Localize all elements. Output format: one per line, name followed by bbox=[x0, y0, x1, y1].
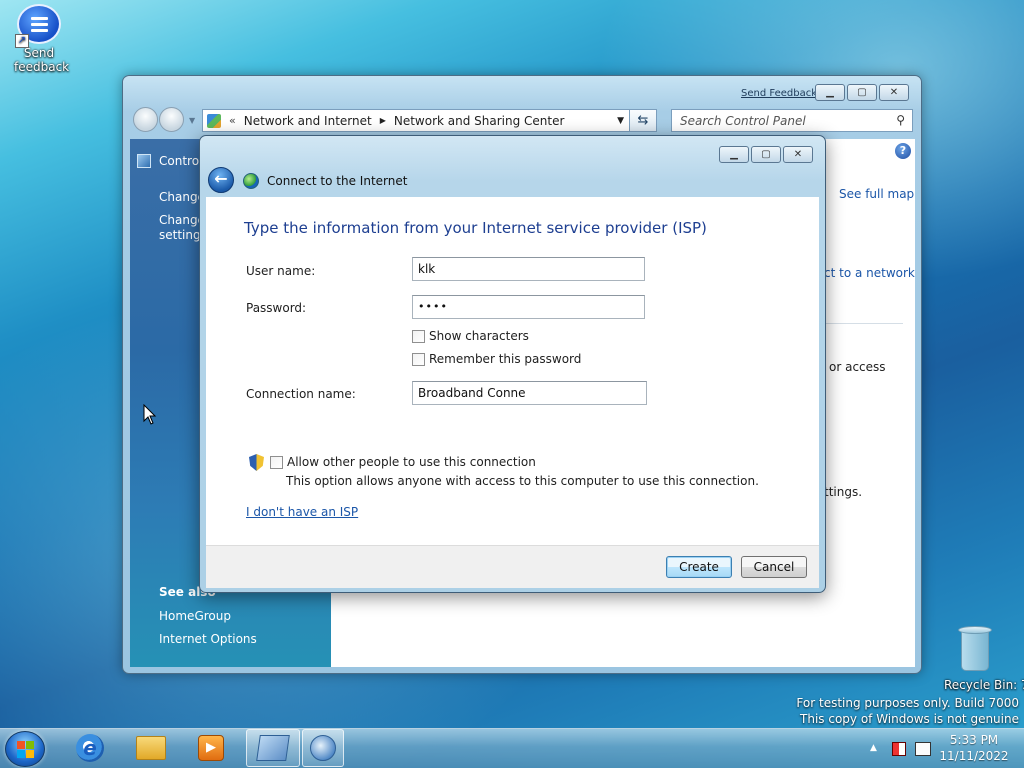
close-button[interactable]: ✕ bbox=[879, 84, 909, 101]
username-field[interactable]: klk bbox=[412, 257, 645, 281]
sidebar-control-panel-home[interactable]: Control bbox=[137, 154, 202, 168]
dialog-footer: Create Cancel bbox=[206, 545, 819, 588]
see-also-internet-options[interactable]: Internet Options bbox=[159, 632, 257, 647]
checkbox-box[interactable] bbox=[270, 455, 283, 469]
start-button[interactable] bbox=[5, 731, 45, 767]
send-feedback-link[interactable]: Send Feedback bbox=[741, 88, 817, 99]
search-input[interactable]: Search Control Panel ⚲ bbox=[671, 109, 913, 132]
network-tray-icon[interactable] bbox=[915, 742, 931, 756]
allow-others-description: This option allows anyone with access to… bbox=[286, 474, 759, 488]
connection-name-field[interactable]: Broadband Conne bbox=[412, 381, 647, 405]
control-panel-icon bbox=[256, 735, 290, 761]
dialog-close-button[interactable]: ✕ bbox=[783, 146, 813, 163]
network-globe-icon bbox=[243, 173, 259, 189]
recycle-bin-label: Recycle Bin: 7 bbox=[944, 678, 1024, 692]
nav-buttons bbox=[133, 107, 185, 132]
show-hidden-icons-icon[interactable]: ▲ bbox=[870, 743, 877, 753]
sidebar-home-label: Control bbox=[159, 154, 203, 168]
recycle-bin-desktop-icon[interactable]: Recycle Bin: 7 bbox=[936, 626, 1024, 692]
remember-password-label: Remember this password bbox=[429, 352, 582, 366]
clock-date: 11/11/2022 bbox=[939, 749, 1009, 763]
checkbox-box[interactable] bbox=[412, 352, 425, 366]
allow-others-label: Allow other people to use this connectio… bbox=[287, 455, 536, 469]
section-divider bbox=[825, 323, 903, 324]
action-center-flag-icon[interactable] bbox=[892, 742, 906, 756]
see-full-map-link[interactable]: See full map bbox=[839, 187, 914, 201]
show-characters-checkbox[interactable]: Show characters bbox=[412, 329, 529, 343]
maximize-button[interactable]: ▢ bbox=[847, 84, 877, 101]
forward-nav-button[interactable] bbox=[159, 107, 184, 132]
breadcrumb-separator-icon[interactable]: ▶ bbox=[380, 116, 386, 125]
send-feedback-desktop-icon[interactable]: ↗ Send feedback bbox=[0, 4, 78, 74]
see-also-homegroup[interactable]: HomeGroup bbox=[159, 609, 231, 624]
connect-to-network-link[interactable]: ct to a network bbox=[824, 266, 915, 280]
dialog-maximize-button[interactable]: ▢ bbox=[751, 146, 781, 163]
system-clock[interactable]: 5:33 PM 11/11/2022 bbox=[932, 732, 1016, 764]
dialog-minimize-button[interactable]: ▁ bbox=[719, 146, 749, 163]
username-label: User name: bbox=[246, 264, 316, 278]
search-placeholder: Search Control Panel bbox=[680, 114, 806, 128]
feedback-icon: ↗ bbox=[15, 4, 61, 48]
taskbar-internet-explorer[interactable]: e bbox=[63, 729, 117, 767]
minimize-button[interactable]: ▁ bbox=[815, 84, 845, 101]
connect-to-internet-dialog: ▁ ▢ ✕ ← Connect to the Internet Type the… bbox=[199, 135, 826, 593]
network-icon bbox=[310, 735, 336, 761]
internet-explorer-icon: e bbox=[76, 734, 104, 762]
create-button[interactable]: Create bbox=[666, 556, 732, 578]
dialog-body: Type the information from your Internet … bbox=[206, 197, 819, 545]
media-player-icon: ▶ bbox=[198, 735, 224, 761]
help-icon[interactable]: ? bbox=[895, 143, 911, 159]
show-characters-label: Show characters bbox=[429, 329, 529, 343]
recycle-bin-icon bbox=[958, 626, 992, 672]
back-arrow-icon[interactable]: ← bbox=[208, 167, 234, 193]
address-dropdown-icon[interactable]: ▼ bbox=[617, 116, 624, 126]
settings-text: ttings. bbox=[824, 485, 863, 499]
remember-password-checkbox[interactable]: Remember this password bbox=[412, 352, 581, 366]
window-caption-buttons: ▁ ▢ ✕ bbox=[815, 84, 909, 101]
control-panel-home-icon bbox=[137, 154, 151, 168]
address-bar[interactable]: « Network and Internet ▶ Network and Sha… bbox=[202, 109, 631, 132]
checkbox-box[interactable] bbox=[412, 329, 425, 343]
folder-icon bbox=[136, 736, 166, 760]
watermark-line-2: This copy of Windows is not genuine bbox=[800, 712, 1019, 726]
taskbar-connect-internet[interactable] bbox=[302, 729, 344, 767]
taskbar-media-player[interactable]: ▶ bbox=[184, 729, 238, 767]
dialog-caption-buttons: ▁ ▢ ✕ bbox=[719, 146, 813, 163]
password-field[interactable]: •••• bbox=[412, 295, 645, 319]
breadcrumb-chevrons[interactable]: « bbox=[229, 114, 236, 127]
send-feedback-label: Send feedback bbox=[14, 46, 70, 74]
or-access-text: or access bbox=[829, 360, 886, 374]
search-icon[interactable]: ⚲ bbox=[896, 113, 905, 127]
control-panel-icon bbox=[207, 113, 221, 128]
allow-others-checkbox[interactable]: Allow other people to use this connectio… bbox=[270, 455, 536, 469]
taskbar-control-panel[interactable] bbox=[246, 729, 300, 767]
breadcrumb-network-sharing-center[interactable]: Network and Sharing Center bbox=[394, 114, 565, 128]
windows-logo-icon bbox=[17, 741, 35, 759]
password-label: Password: bbox=[246, 301, 307, 315]
watermark-line-1: For testing purposes only. Build 7000 bbox=[796, 696, 1019, 710]
connection-name-label: Connection name: bbox=[246, 387, 356, 401]
dialog-title: Connect to the Internet bbox=[267, 174, 408, 188]
clock-time: 5:33 PM bbox=[949, 733, 999, 747]
dialog-heading: Type the information from your Internet … bbox=[244, 219, 707, 237]
back-nav-button[interactable] bbox=[133, 107, 158, 132]
taskbar-windows-explorer[interactable] bbox=[124, 729, 178, 767]
shortcut-arrow-icon: ↗ bbox=[15, 34, 29, 48]
uac-shield-icon bbox=[249, 454, 264, 471]
breadcrumb-network-and-internet[interactable]: Network and Internet bbox=[244, 114, 372, 128]
windows-watermark: For testing purposes only. Build 7000 Th… bbox=[796, 695, 1019, 727]
no-isp-link[interactable]: I don't have an ISP bbox=[246, 505, 358, 519]
cancel-button[interactable]: Cancel bbox=[741, 556, 807, 578]
recent-pages-dropdown-icon[interactable]: ▼ bbox=[189, 116, 195, 125]
refresh-button[interactable]: ⇆ bbox=[629, 109, 657, 132]
